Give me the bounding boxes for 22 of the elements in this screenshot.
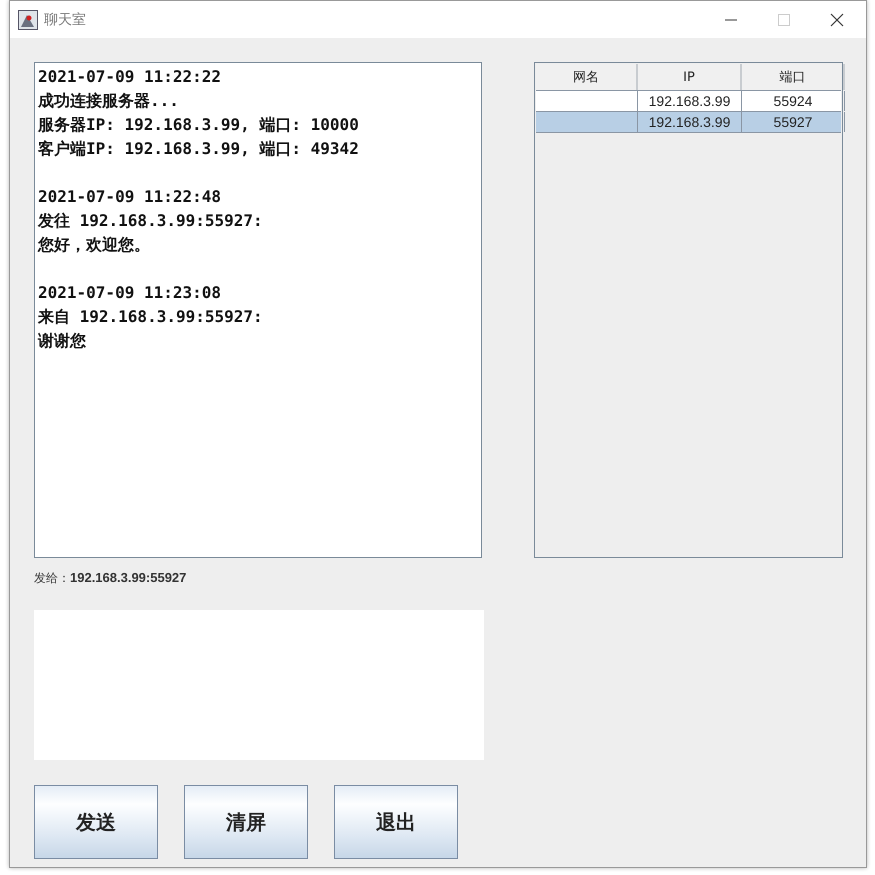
- table-cell: 192.168.3.99: [648, 93, 730, 109]
- chat-log[interactable]: 2021-07-09 11:22:22 成功连接服务器... 服务器IP: 192.168.3.99, 端口: 10000 客户端IP: 192.168.3.99, 端口: 49342 2021-07-09 11:22:48 发往 192.168.3.99:55927: 您好，欢迎您。 2021-07-09 11:23:08 来自 192.168.3.99:55927: 谢谢您: [34, 62, 482, 558]
- chat-line: 2021-07-09 11:22:48: [38, 186, 222, 208]
- chat-line: 服务器IP: 192.168.3.99, 端口: 10000: [38, 114, 360, 136]
- chat-line: 来自 192.168.3.99:55927:: [38, 306, 264, 328]
- chat-line: 谢谢您: [38, 330, 87, 352]
- table-cell: 55927: [774, 114, 812, 130]
- chat-line: 客户端IP: 192.168.3.99, 端口: 49342: [38, 138, 360, 160]
- chat-line: 成功连接服务器...: [38, 90, 180, 112]
- chat-line: 您好，欢迎您。: [38, 234, 151, 256]
- chat-line: 2021-07-09 11:23:08: [38, 282, 222, 304]
- close-icon[interactable]: [830, 12, 844, 26]
- action-button[interactable]: 退出: [334, 785, 458, 859]
- table-cell: 192.168.3.99: [648, 114, 730, 130]
- window-title: 聊天室: [44, 10, 86, 28]
- action-button[interactable]: 清屏: [184, 785, 308, 859]
- app-icon: [18, 10, 38, 30]
- chat-line: 2021-07-09 11:22:22: [38, 66, 222, 88]
- recipient-label: 发给：192.168.3.99:55927: [34, 570, 188, 586]
- action-button[interactable]: 发送: [34, 785, 158, 859]
- chat-line: 发往 192.168.3.99:55927:: [38, 210, 264, 232]
- table-cell: 55924: [774, 93, 812, 109]
